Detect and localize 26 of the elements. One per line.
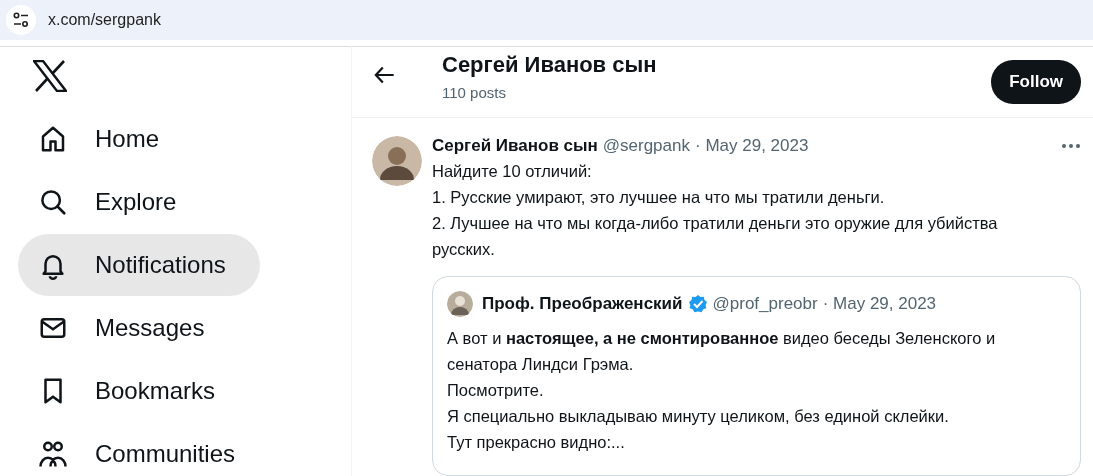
search-icon <box>38 187 68 217</box>
post-date: · May 29, 2023 <box>822 294 937 314</box>
profile-name: Сергей Иванов сын <box>442 52 658 78</box>
address-field[interactable]: x.com/sergpank <box>48 11 161 29</box>
follow-button[interactable]: Follow <box>991 59 1081 104</box>
site-settings-icon[interactable] <box>6 5 36 35</box>
people-icon <box>38 439 68 469</box>
nav-item[interactable]: Communities <box>18 423 270 476</box>
avatar-icon[interactable] <box>372 136 422 186</box>
author-name[interactable]: Сергей Иванов сын <box>432 136 598 156</box>
post-date[interactable]: · May 29, 2023 <box>695 136 809 156</box>
more-icon[interactable] <box>1061 143 1081 149</box>
nav-item[interactable]: Messages <box>18 297 239 359</box>
quoted-post[interactable] <box>432 276 1081 476</box>
nav-item[interactable]: Notifications <box>18 234 260 296</box>
nav-item[interactable]: Bookmarks <box>18 360 250 422</box>
author-handle: @prof_preobr <box>712 294 818 314</box>
post-text: Найдите 10 отличий: 1. Русские умирают, это лучшее на что мы тратили деньги. 2. Лучшее на что мы когда-либо тратили деньги это оружие для убийства русских. <box>432 161 999 260</box>
x-logo-icon[interactable] <box>33 60 67 92</box>
avatar-icon <box>447 291 473 317</box>
author-name: Проф. Преображенский <box>482 294 683 314</box>
nav-item[interactable]: Explore <box>18 171 211 233</box>
post-text: А вот и настоящее, а не смонтированное видео беседы Зеленского и сенатора Линдси Грэма. Посмотрите. Я специально выкладываю минуту целиком, без единой склейки. Тут прекрасно видно:... <box>447 328 997 453</box>
post-count: 110 posts <box>442 84 507 101</box>
author-handle[interactable]: @sergpank <box>602 136 690 156</box>
nav-item[interactable]: Home <box>18 108 194 170</box>
